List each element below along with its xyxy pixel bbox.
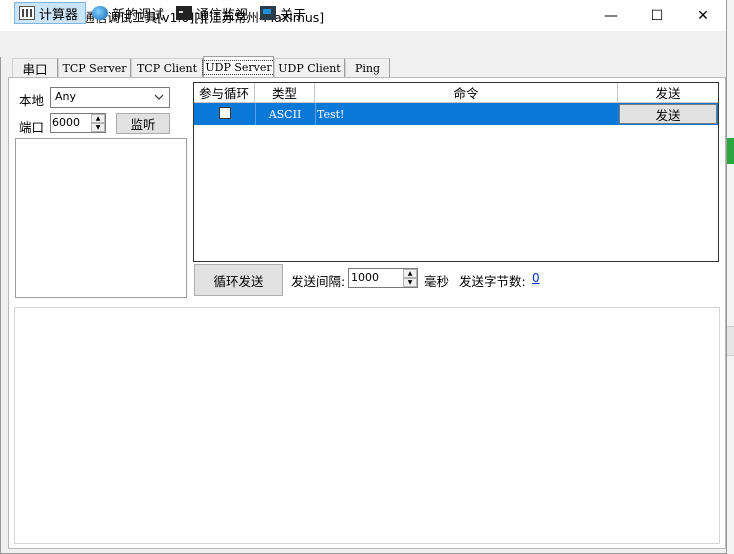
- menu-item-label: 关于: [280, 7, 307, 23]
- background-window-strip-right: [726, 138, 734, 164]
- menu-item-label: 新的调试: [111, 7, 164, 23]
- port-label: 端口: [19, 120, 45, 135]
- row-send-button[interactable]: 发送: [619, 104, 717, 124]
- minimize-icon: —: [604, 7, 618, 24]
- tab-tcp-client[interactable]: TCP Client: [131, 58, 203, 77]
- menu-item-comm-monitor[interactable]: 通信监视: [172, 2, 252, 24]
- caret-down-icon: ▼: [95, 124, 101, 131]
- interval-increment-button[interactable]: ▲: [403, 269, 417, 278]
- calculator-icon: [19, 6, 35, 20]
- caret-up-icon: ▲: [95, 115, 101, 122]
- row-type-cell[interactable]: ASCII: [255, 103, 315, 125]
- minimize-button[interactable]: —: [588, 0, 634, 31]
- caret-down-icon: ▼: [407, 279, 413, 286]
- listen-button[interactable]: 监听: [116, 113, 170, 134]
- row-command-cell[interactable]: Test!: [317, 103, 344, 125]
- maximize-icon: ☐: [650, 7, 664, 24]
- app-icon: [260, 6, 276, 20]
- port-value: 6000: [52, 116, 80, 129]
- tab-udp-server[interactable]: UDP Server: [202, 56, 275, 77]
- local-address-label: 本地: [19, 93, 45, 108]
- send-interval-label: 发送间隔:: [291, 274, 346, 289]
- menu-item-label: 计算器: [39, 7, 79, 23]
- local-address-select[interactable]: Any: [50, 87, 170, 108]
- column-header-type[interactable]: 类型: [255, 83, 315, 103]
- loop-checkbox[interactable]: [219, 107, 231, 119]
- client-list-box[interactable]: [15, 138, 187, 298]
- menu-item-calculator[interactable]: 计算器: [14, 2, 86, 24]
- tab-label: UDP Server: [202, 59, 275, 75]
- maximize-button[interactable]: ☐: [634, 0, 680, 31]
- menu-item-new-debug[interactable]: 新的调试: [88, 2, 168, 24]
- background-window-strip: [726, 326, 734, 356]
- tab-udp-client[interactable]: UDP Client: [274, 58, 345, 77]
- output-log-area[interactable]: [14, 307, 720, 544]
- close-icon: ✕: [697, 7, 709, 24]
- close-button[interactable]: ✕: [680, 0, 726, 31]
- port-increment-button[interactable]: ▲: [91, 114, 105, 123]
- menu-item-about[interactable]: 关于: [256, 2, 312, 24]
- tab-label: TCP Server: [62, 61, 127, 75]
- loop-send-button[interactable]: 循环发送: [194, 264, 283, 296]
- tab-label: UDP Client: [278, 61, 341, 75]
- tab-label: Ping: [354, 61, 381, 75]
- tab-label: 串口: [22, 61, 48, 77]
- column-header-loop[interactable]: 参与循环: [194, 83, 255, 103]
- tab-strip: 串口 TCP Server TCP Client UDP Server UDP …: [12, 56, 392, 78]
- globe-icon: [92, 6, 108, 20]
- grid-cell-divider: [315, 103, 316, 125]
- milliseconds-label: 毫秒: [424, 274, 450, 289]
- menu-bar: [0, 31, 726, 57]
- interval-decrement-button[interactable]: ▼: [403, 278, 417, 287]
- chevron-down-icon[interactable]: [154, 92, 164, 102]
- caret-up-icon: ▲: [407, 270, 413, 277]
- terminal-icon: [176, 6, 192, 20]
- port-decrement-button[interactable]: ▼: [91, 123, 105, 132]
- sent-bytes-label: 发送字节数:: [459, 274, 526, 289]
- tab-tcp-server[interactable]: TCP Server: [58, 58, 131, 77]
- column-header-command[interactable]: 命令: [315, 83, 618, 103]
- sent-bytes-link[interactable]: 0: [532, 271, 540, 285]
- tab-label: TCP Client: [136, 61, 198, 75]
- tab-ping[interactable]: Ping: [345, 58, 390, 77]
- send-interval-value: 1000: [351, 271, 379, 284]
- column-header-send[interactable]: 发送: [618, 83, 718, 103]
- menu-item-label: 通信监视: [195, 7, 248, 23]
- tab-serial[interactable]: 串口: [12, 58, 58, 77]
